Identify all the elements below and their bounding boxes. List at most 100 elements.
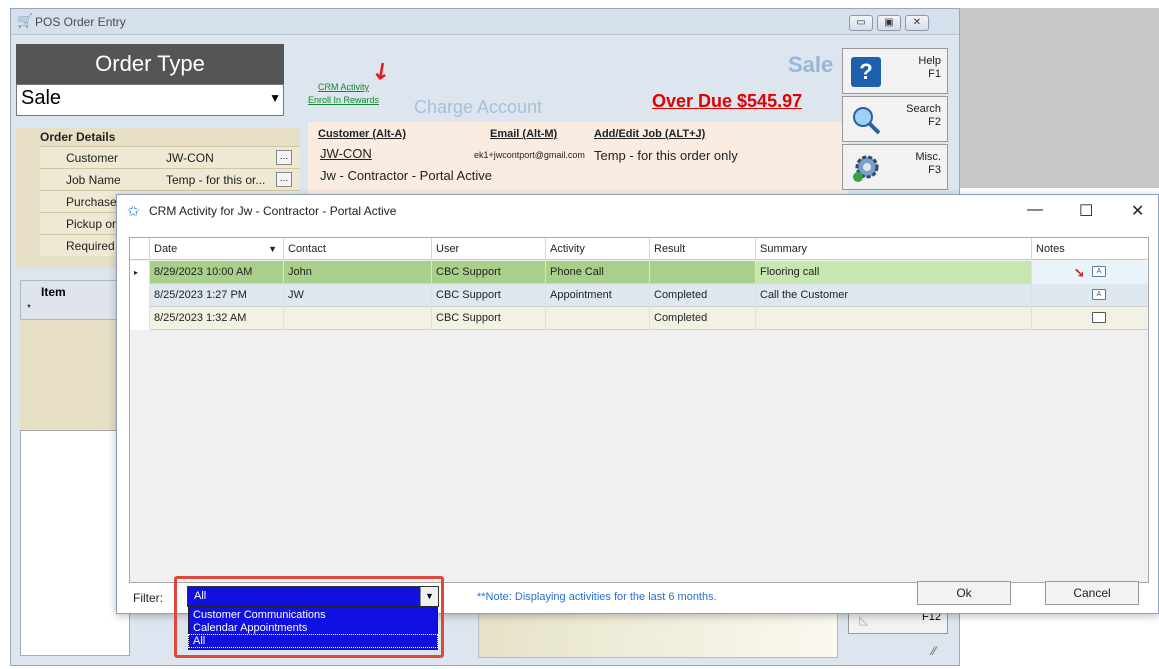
row-selector-header xyxy=(130,238,150,260)
cell-result: Completed xyxy=(650,307,756,330)
arrow-icon: ◺ xyxy=(859,613,869,627)
misc-button[interactable]: Misc. F3 xyxy=(842,144,948,190)
activity-range-note: **Note: Displaying activities for the la… xyxy=(477,591,717,603)
cell-contact: JW xyxy=(284,284,432,307)
detail-value[interactable]: Temp - for this or... xyxy=(166,173,265,187)
search-label: Search xyxy=(906,103,941,115)
item-list-area xyxy=(20,430,130,656)
new-row-marker: * xyxy=(27,303,31,314)
column-header-summary[interactable]: Summary xyxy=(756,238,1032,260)
cell-result: Completed xyxy=(650,284,756,307)
order-type-select[interactable]: Sale ▼ xyxy=(16,84,284,116)
over-due-amount[interactable]: Over Due $545.97 xyxy=(652,91,802,112)
order-type-header: Order Type xyxy=(16,44,284,84)
cell-summary: Flooring call xyxy=(756,261,1032,284)
crm-activity-link[interactable]: CRM Activity xyxy=(318,82,369,92)
help-button[interactable]: ? Help F1 xyxy=(842,48,948,94)
item-column-header: Item xyxy=(41,285,66,299)
minimize-button[interactable]: ▭ xyxy=(849,15,873,31)
item-grid-header: Item * xyxy=(20,280,130,320)
detail-label: Purchase xyxy=(66,195,117,209)
maximize-button[interactable]: ☐ xyxy=(1079,201,1093,221)
detail-label: Pickup or xyxy=(66,217,117,231)
detail-row-job-name: Job Name Temp - for this or... … xyxy=(40,168,300,190)
sort-down-icon: ▼ xyxy=(268,244,277,254)
search-button[interactable]: Search F2 xyxy=(842,96,948,142)
cell-result xyxy=(650,261,756,284)
column-header-contact[interactable]: Contact xyxy=(284,238,432,260)
grid-header: Date ▼ Contact User Activity Result Summa… xyxy=(130,238,1148,260)
gear-icon xyxy=(851,153,881,183)
table-row[interactable]: 8/25/2023 1:27 PM JW CBC Support Appoint… xyxy=(130,284,1148,307)
desktop-background xyxy=(960,8,1159,188)
sale-title: Sale xyxy=(788,52,834,77)
email-header-link[interactable]: Email (Alt-M) xyxy=(490,128,557,140)
detail-label: Required xyxy=(66,239,115,253)
crm-activity-dialog: ✩ CRM Activity for Jw - Contractor - Por… xyxy=(116,194,1159,614)
help-label: Help xyxy=(918,55,941,67)
cell-notes[interactable] xyxy=(1032,307,1148,330)
star-icon: ✩ xyxy=(127,203,140,220)
cell-user: CBC Support xyxy=(432,261,546,284)
cell-activity: Appointment xyxy=(546,284,650,307)
row-pointer-icon: ▸ xyxy=(130,261,150,284)
highlight-annotation-box xyxy=(174,576,444,658)
dropdown-arrow-icon[interactable]: ▼ xyxy=(269,91,281,105)
order-details-title: Order Details xyxy=(40,130,116,144)
column-header-user[interactable]: User xyxy=(432,238,546,260)
cell-date: 8/25/2023 1:32 AM xyxy=(150,307,284,330)
note-with-text-icon[interactable]: A xyxy=(1092,266,1106,277)
crm-titlebar: ✩ CRM Activity for Jw - Contractor - Por… xyxy=(117,195,1158,227)
cell-contact: John xyxy=(284,261,432,284)
item-grid-body xyxy=(20,320,130,430)
cell-activity xyxy=(546,307,650,330)
help-key: F1 xyxy=(928,68,941,80)
close-button[interactable]: ✕ xyxy=(905,15,929,31)
column-header-notes[interactable]: Notes xyxy=(1032,238,1148,260)
cancel-button[interactable]: Cancel xyxy=(1045,581,1139,605)
window-title: POS Order Entry xyxy=(35,15,126,29)
enroll-rewards-link[interactable]: Enroll In Rewards xyxy=(308,95,379,105)
cell-activity: Phone Call xyxy=(546,261,650,284)
filter-label: Filter: xyxy=(133,591,163,605)
table-row[interactable]: ▸ 8/29/2023 10:00 AM John CBC Support Ph… xyxy=(130,261,1148,284)
customer-email: ek1+jwcontport@gmail.com xyxy=(474,150,585,160)
column-header-result[interactable]: Result xyxy=(650,238,756,260)
job-header-link[interactable]: Add/Edit Job (ALT+J) xyxy=(594,128,705,140)
misc-key: F3 xyxy=(928,164,941,176)
misc-label: Misc. xyxy=(915,151,941,163)
column-header-activity[interactable]: Activity xyxy=(546,238,650,260)
minimize-button[interactable]: — xyxy=(1027,201,1043,219)
table-row[interactable]: 8/25/2023 1:32 AM CBC Support Completed xyxy=(130,307,1148,330)
cell-summary xyxy=(756,307,1032,330)
search-key: F2 xyxy=(928,116,941,128)
customer-header-link[interactable]: Customer (Alt-A) xyxy=(318,128,406,140)
ok-button[interactable]: Ok xyxy=(917,581,1011,605)
detail-label: Job Name xyxy=(66,173,121,187)
order-type-value: Sale xyxy=(21,87,62,109)
annotation-arrow-icon: ➘ xyxy=(1074,265,1085,280)
close-button[interactable]: ✕ xyxy=(1131,201,1144,221)
detail-value[interactable]: JW-CON xyxy=(166,151,214,165)
app-icon: 🛒 xyxy=(17,13,34,28)
cell-notes[interactable]: ➘ A xyxy=(1032,261,1148,284)
search-icon xyxy=(851,105,881,135)
crm-dialog-title: CRM Activity for Jw - Contractor - Porta… xyxy=(149,204,397,218)
note-with-text-icon[interactable]: A xyxy=(1092,289,1106,300)
cell-contact xyxy=(284,307,432,330)
ellipsis-button[interactable]: … xyxy=(276,150,292,165)
cell-user: CBC Support xyxy=(432,307,546,330)
row-selector xyxy=(130,307,150,330)
resize-grip-icon[interactable]: ⁄⁄ xyxy=(932,644,936,658)
ellipsis-button[interactable]: … xyxy=(276,172,292,187)
maximize-button[interactable]: ▣ xyxy=(877,15,901,31)
customer-id-link[interactable]: JW-CON xyxy=(320,146,372,161)
customer-info-panel: Customer (Alt-A) Email (Alt-M) Add/Edit … xyxy=(308,122,848,194)
cell-user: CBC Support xyxy=(432,284,546,307)
charge-account-label: Charge Account xyxy=(414,97,543,117)
note-empty-icon[interactable] xyxy=(1092,312,1106,323)
detail-row-customer: Customer JW-CON … xyxy=(40,146,300,168)
cell-notes[interactable]: A xyxy=(1032,284,1148,307)
column-header-date[interactable]: Date ▼ xyxy=(150,238,284,260)
detail-label: Customer xyxy=(66,151,119,165)
